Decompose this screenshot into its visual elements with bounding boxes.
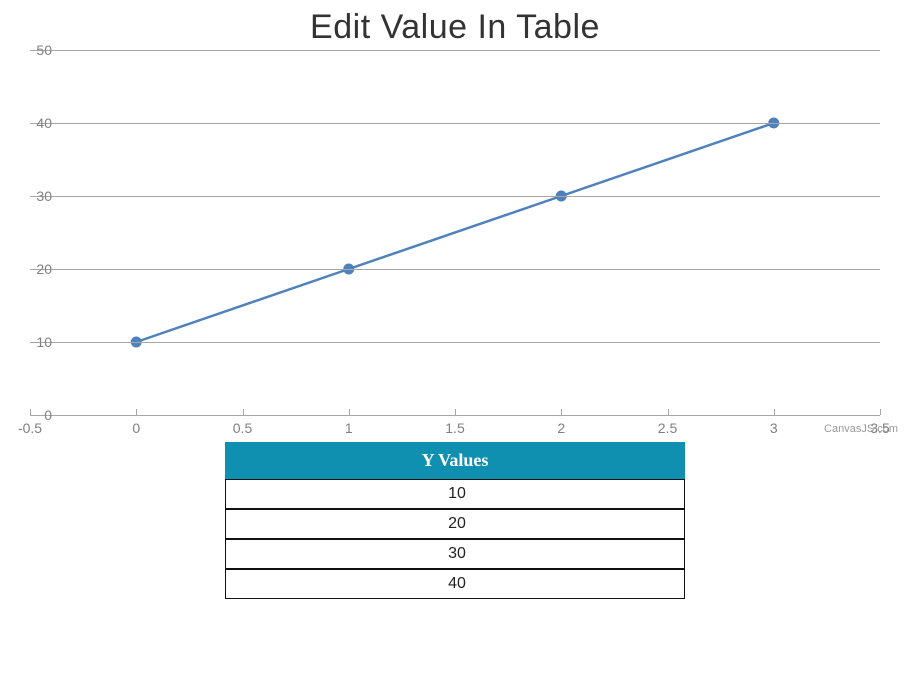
gridline <box>30 415 880 416</box>
value-input[interactable] <box>230 544 684 564</box>
chart-plot-area: 01020304050-0.500.511.522.533.5 <box>30 50 880 415</box>
x-axis-tick <box>30 409 31 415</box>
x-axis-tick <box>136 409 137 415</box>
table-header: Y Values <box>225 442 685 479</box>
value-cell[interactable] <box>225 569 685 599</box>
gridline <box>30 342 880 343</box>
y-axis-tick-label: 10 <box>12 334 52 350</box>
y-axis-tick-label: 50 <box>12 42 52 58</box>
y-axis-tick-label: 20 <box>12 261 52 277</box>
x-axis-tick-label: 1 <box>345 420 353 436</box>
line-segment <box>136 269 349 342</box>
gridline <box>30 196 880 197</box>
x-axis-tick <box>349 409 350 415</box>
table-body <box>225 479 685 599</box>
value-cell[interactable] <box>225 509 685 539</box>
x-axis-tick-label: 3 <box>770 420 778 436</box>
x-axis-tick <box>774 409 775 415</box>
value-cell[interactable] <box>225 539 685 569</box>
value-input[interactable] <box>230 484 684 504</box>
value-input[interactable] <box>230 514 684 534</box>
x-axis-tick-label: 2 <box>557 420 565 436</box>
table-row <box>225 569 685 599</box>
table-row <box>225 539 685 569</box>
value-input[interactable] <box>230 574 684 594</box>
values-table: Y Values <box>225 442 685 599</box>
x-axis-tick <box>880 409 881 415</box>
line-segment <box>561 123 774 196</box>
x-axis-tick <box>561 409 562 415</box>
x-axis-tick <box>455 409 456 415</box>
x-axis-tick-label: 1.5 <box>445 420 464 436</box>
x-axis-tick-label: 0 <box>132 420 140 436</box>
gridline <box>30 50 880 51</box>
table-row <box>225 479 685 509</box>
gridline <box>30 269 880 270</box>
line-series <box>30 50 880 415</box>
gridline <box>30 123 880 124</box>
y-axis-tick-label: 40 <box>12 115 52 131</box>
x-axis-tick <box>243 409 244 415</box>
chart-title: Edit Value In Table <box>0 8 910 47</box>
x-axis-tick <box>668 409 669 415</box>
table-row <box>225 509 685 539</box>
credit-link[interactable]: CanvasJS.com <box>824 423 898 435</box>
line-segment <box>349 196 562 269</box>
y-axis-tick-label: 30 <box>12 188 52 204</box>
x-axis-tick-label: 2.5 <box>658 420 677 436</box>
value-cell[interactable] <box>225 479 685 509</box>
x-axis-tick-label: -0.5 <box>18 420 42 436</box>
x-axis-tick-label: 0.5 <box>233 420 252 436</box>
